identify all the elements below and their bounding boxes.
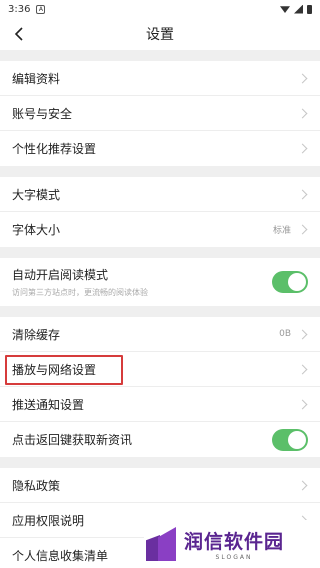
row-account-security[interactable]: 账号与安全: [0, 96, 320, 131]
wifi-icon: [280, 6, 290, 13]
row-label: 字体大小: [12, 223, 61, 237]
chevron-right-icon: [297, 189, 308, 199]
chevron-left-icon: [14, 27, 23, 41]
chevron-right-icon: [297, 480, 308, 490]
nav-bar: 设置: [0, 18, 320, 50]
font-size-value: 标准: [272, 226, 291, 236]
notification-icon: A: [36, 4, 46, 14]
chevron-right-icon: [297, 364, 308, 374]
settings-group-display: 大字模式 字体大小 标准: [0, 177, 320, 247]
row-label: 账号与安全: [12, 106, 73, 121]
row-label: 大字模式: [12, 187, 61, 202]
row-label: 个性化推荐设置: [12, 142, 97, 156]
status-time: 3:36: [8, 3, 31, 15]
settings-group-general: 清除缓存 0B 播放与网络设置 推送通知设置 点击返回键获取新资讯: [0, 317, 320, 457]
row-large-font-mode[interactable]: 大字模式: [0, 177, 320, 212]
row-push-notification[interactable]: 推送通知设置: [0, 387, 320, 422]
watermark-title: 润信软件园: [184, 531, 285, 553]
chevron-right-icon: [297, 143, 308, 154]
row-label: 编辑资料: [12, 71, 61, 86]
row-label: 隐私政策: [12, 478, 61, 493]
battery-icon: [307, 4, 312, 14]
auto-reading-toggle[interactable]: [272, 271, 308, 293]
chevron-right-icon: [297, 399, 308, 409]
row-label: 播放与网络设置: [12, 362, 97, 377]
chevron-right-icon: [297, 329, 308, 339]
row-label: 推送通知设置: [12, 397, 85, 412]
row-font-size[interactable]: 字体大小 标准: [0, 212, 320, 247]
settings-group-profile: 编辑资料 账号与安全 个性化推荐设置: [0, 61, 320, 166]
row-auto-reading-mode: 自动开启阅读模式 访问第三方站点时，更流畅的阅读体验: [0, 258, 320, 306]
row-label: 点击返回键获取新资讯: [12, 433, 133, 447]
row-personalized-recommend[interactable]: 个性化推荐设置: [0, 131, 320, 166]
status-bar: 3:36 A: [0, 0, 320, 18]
settings-group-reading: 自动开启阅读模式 访问第三方站点时，更流畅的阅读体验: [0, 258, 320, 306]
watermark-logo-icon: [146, 527, 178, 561]
row-label: 清除缓存: [12, 327, 61, 342]
row-label: 自动开启阅读模式: [12, 268, 109, 282]
chevron-right-icon: [297, 108, 308, 118]
watermark-slogan: SLOGAN: [215, 554, 253, 561]
back-button[interactable]: [10, 25, 28, 43]
cache-size-value: 0B: [279, 329, 291, 339]
row-label: 应用权限说明: [12, 513, 85, 528]
chevron-right-icon: [297, 73, 308, 83]
row-privacy-policy[interactable]: 隐私政策: [0, 468, 320, 503]
chevron-right-icon: [297, 224, 308, 235]
row-label: 个人信息收集清单: [12, 549, 109, 563]
page-title: 设置: [146, 27, 174, 43]
row-playback-network[interactable]: 播放与网络设置: [0, 352, 320, 387]
watermark: 润信软件园 SLOGAN: [144, 520, 320, 568]
signal-icon: [294, 4, 303, 14]
row-sublabel: 访问第三方站点时，更流畅的阅读体验: [12, 288, 148, 297]
back-refresh-toggle[interactable]: [272, 428, 308, 451]
row-back-refresh: 点击返回键获取新资讯: [0, 422, 320, 457]
row-clear-cache[interactable]: 清除缓存 0B: [0, 317, 320, 352]
row-edit-profile[interactable]: 编辑资料: [0, 61, 320, 96]
